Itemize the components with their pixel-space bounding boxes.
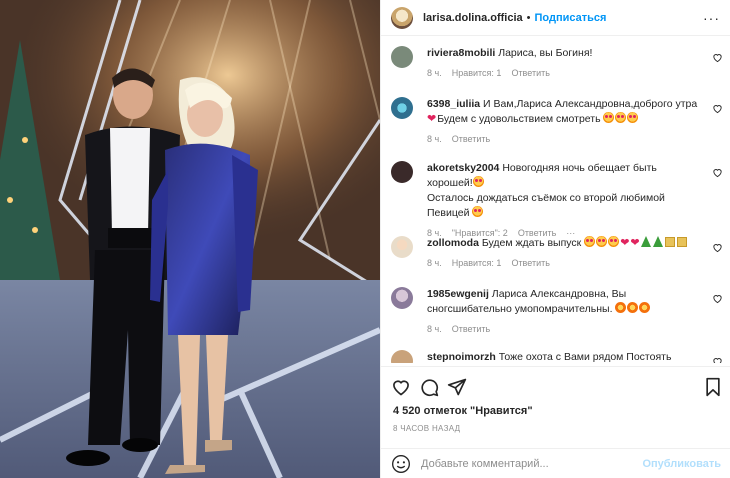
instagram-post-modal: larisa.dolina.officia • Подписаться ··· … bbox=[0, 0, 730, 478]
follow-button[interactable]: Подписаться bbox=[535, 12, 607, 24]
reply-button[interactable]: Ответить bbox=[452, 134, 490, 144]
heart-emoji: ❤ bbox=[630, 237, 640, 249]
comment-item: riviera8mobili Лариса, вы Богиня! 8 ч. Н… bbox=[391, 46, 727, 78]
more-options-icon[interactable]: ··· bbox=[703, 10, 720, 26]
commenter-username[interactable]: zollomoda bbox=[427, 237, 479, 249]
commenter-avatar[interactable] bbox=[391, 350, 413, 363]
heart-eyes-emoji bbox=[596, 236, 608, 247]
post-photo[interactable] bbox=[0, 0, 380, 478]
publish-button[interactable]: Опубликовать bbox=[642, 458, 721, 470]
comment-icon[interactable] bbox=[419, 377, 439, 397]
post-timestamp[interactable]: 8 ЧАСОВ НАЗАД bbox=[393, 424, 460, 433]
heart-icon[interactable] bbox=[712, 52, 723, 63]
heart-icon[interactable] bbox=[712, 293, 723, 304]
comment-text-line2: Осталось дождаться съёмок со второй люби… bbox=[427, 192, 665, 219]
comment-text: И Вам,Лариса Александровна,доброго утра bbox=[483, 98, 698, 110]
comment-text-block: riviera8mobili Лариса, вы Богиня! bbox=[427, 46, 703, 61]
comment-meta: 8 ч. Ответить bbox=[427, 324, 727, 334]
comment-text: Будем ждать выпуск bbox=[481, 237, 582, 249]
heart-eyes-emoji bbox=[603, 112, 615, 123]
commenter-username[interactable]: riviera8mobili bbox=[427, 47, 495, 59]
comments-list[interactable]: riviera8mobili Лариса, вы Богиня! 8 ч. Н… bbox=[381, 37, 730, 363]
comment-item: stepnoimorzh Тоже охота с Вами рядом Пос… bbox=[391, 350, 727, 363]
comment-text-block: 1985ewgenij Лариса Александровна, Вы сно… bbox=[427, 287, 703, 317]
heart-eyes-emoji bbox=[627, 112, 639, 123]
comment-item: 1985ewgenij Лариса Александровна, Вы сно… bbox=[391, 287, 727, 334]
comment-time[interactable]: 8 ч. bbox=[427, 68, 442, 78]
comment-meta: 8 ч. Нравится: 1 Ответить bbox=[427, 68, 727, 78]
smiley-icon[interactable] bbox=[391, 454, 411, 474]
comment-text-block: 6398_iuliia И Вам,Лариса Александровна,д… bbox=[427, 97, 703, 127]
comment-text: Лариса, вы Богиня! bbox=[498, 47, 593, 59]
separator-dot: • bbox=[526, 11, 531, 24]
post-action-bar bbox=[381, 366, 730, 406]
comment-likes-count[interactable]: Нравится: 1 bbox=[452, 68, 502, 78]
reply-button[interactable]: Ответить bbox=[511, 68, 549, 78]
heart-icon[interactable] bbox=[712, 167, 723, 178]
comment-item: akoretsky2004 Новогодняя ночь обещает бы… bbox=[391, 161, 727, 238]
christmas-tree-emoji bbox=[640, 236, 651, 247]
heart-emoji: ❤ bbox=[427, 113, 437, 125]
fire-emoji bbox=[639, 302, 651, 313]
reply-button[interactable]: Ответить bbox=[511, 258, 549, 268]
heart-icon[interactable] bbox=[712, 242, 723, 253]
comment-item: 6398_iuliia И Вам,Лариса Александровна,д… bbox=[391, 97, 727, 144]
heart-eyes-emoji bbox=[615, 112, 627, 123]
commenter-avatar[interactable] bbox=[391, 287, 413, 309]
heart-icon[interactable] bbox=[712, 103, 723, 114]
comment-text-block: akoretsky2004 Новогодняя ночь обещает бы… bbox=[427, 161, 703, 221]
author-username[interactable]: larisa.dolina.officia bbox=[423, 12, 523, 24]
comment-input[interactable] bbox=[421, 457, 643, 470]
commenter-avatar[interactable] bbox=[391, 236, 413, 258]
commenter-avatar[interactable] bbox=[391, 46, 413, 68]
post-side-panel: larisa.dolina.officia • Подписаться ··· … bbox=[380, 0, 730, 478]
commenter-username[interactable]: stepnoimorzh bbox=[427, 351, 496, 363]
heart-icon[interactable] bbox=[712, 356, 723, 363]
christmas-tree-emoji bbox=[652, 236, 663, 247]
comment-item: zollomoda Будем ждать выпуск ❤❤ 8 ч. Нра… bbox=[391, 236, 727, 268]
comment-text-block: zollomoda Будем ждать выпуск ❤❤ bbox=[427, 236, 703, 251]
heart-emoji: ❤ bbox=[620, 237, 630, 249]
comment-meta: 8 ч. Нравится: 1 Ответить bbox=[427, 258, 727, 268]
party-emoji bbox=[676, 237, 687, 247]
heart-eyes-emoji bbox=[472, 206, 484, 217]
reply-button[interactable]: Ответить bbox=[452, 324, 490, 334]
heart-icon[interactable] bbox=[391, 377, 411, 397]
heart-eyes-emoji bbox=[472, 176, 484, 187]
commenter-username[interactable]: 6398_iuliia bbox=[427, 98, 480, 110]
comment-time[interactable]: 8 ч. bbox=[427, 258, 442, 268]
comment-time[interactable]: 8 ч. bbox=[427, 324, 442, 334]
paper-plane-icon[interactable] bbox=[447, 377, 467, 397]
commenter-avatar[interactable] bbox=[391, 97, 413, 119]
comment-text-line2: Будем с удовольствием смотреть bbox=[437, 113, 601, 125]
comment-text-block: stepnoimorzh Тоже охота с Вами рядом Пос… bbox=[427, 350, 703, 363]
fire-emoji bbox=[627, 302, 639, 313]
commenter-username[interactable]: 1985ewgenij bbox=[427, 288, 489, 300]
heart-eyes-emoji bbox=[584, 236, 596, 247]
heart-eyes-emoji bbox=[608, 236, 620, 247]
post-header: larisa.dolina.officia • Подписаться ··· bbox=[381, 0, 730, 36]
commenter-avatar[interactable] bbox=[391, 161, 413, 183]
add-comment-bar: Опубликовать bbox=[381, 448, 730, 478]
comment-meta: 8 ч. Ответить bbox=[427, 134, 727, 144]
comment-time[interactable]: 8 ч. bbox=[427, 134, 442, 144]
commenter-username[interactable]: akoretsky2004 bbox=[427, 162, 499, 174]
comment-likes-count[interactable]: Нравится: 1 bbox=[452, 258, 502, 268]
party-emoji bbox=[664, 237, 675, 247]
fire-emoji bbox=[615, 302, 627, 313]
bookmark-icon[interactable] bbox=[703, 377, 723, 397]
author-avatar[interactable] bbox=[391, 6, 413, 29]
photo-scene bbox=[0, 0, 380, 478]
likes-count[interactable]: 4 520 отметок "Нравится" bbox=[393, 405, 533, 417]
